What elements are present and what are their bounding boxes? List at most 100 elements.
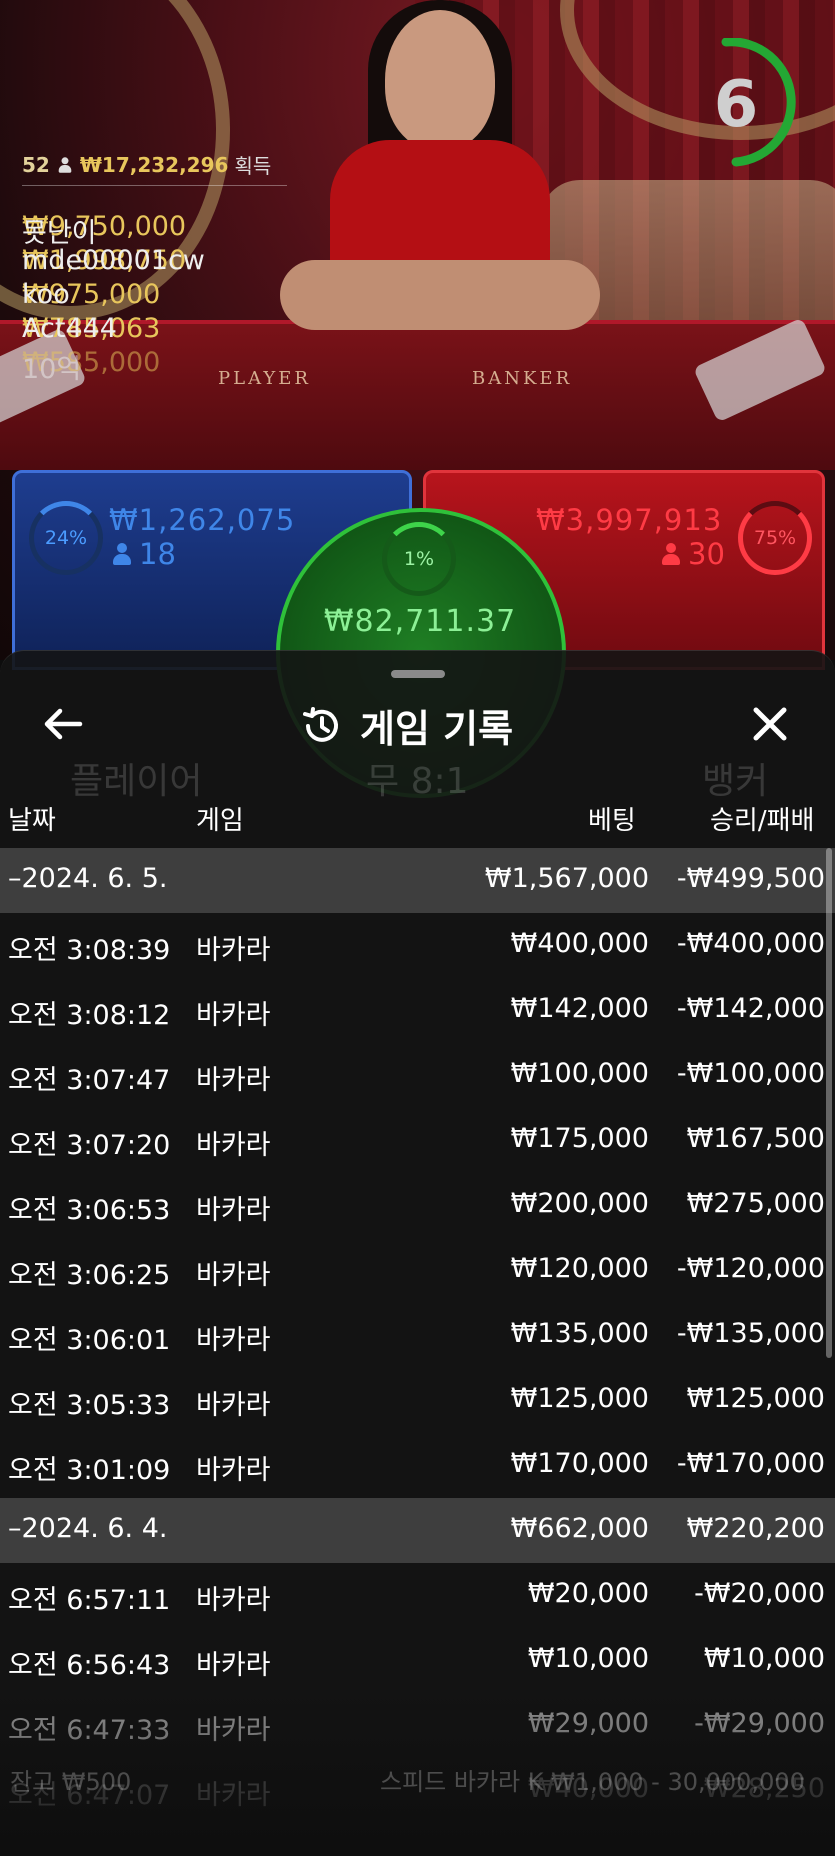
banker-bet-total: ₩3,997,913 — [536, 503, 723, 537]
row-bet: ₩170,000 — [510, 1448, 649, 1479]
row-result: -₩170,000 — [676, 1448, 825, 1479]
ghost-balance: 잔고 ₩500 — [10, 1768, 132, 1796]
history-icon — [303, 706, 338, 742]
leaderboard-row: ₩1,998,750 mde00001cw — [22, 230, 287, 276]
history-row[interactable]: 오전 3:06:53 바카라 ₩200,000 ₩275,000 — [0, 1173, 835, 1238]
row-bet: ₩400,000 — [510, 928, 649, 959]
total-won: ₩17,232,296 — [79, 152, 229, 177]
row-game: 바카라 — [196, 935, 271, 966]
history-row[interactable]: 오전 3:06:25 바카라 ₩120,000 -₩120,000 — [0, 1238, 835, 1303]
history-row[interactable]: 오전 3:08:12 바카라 ₩142,000 -₩142,000 — [0, 978, 835, 1043]
row-result: -₩142,000 — [676, 993, 825, 1024]
row-bet: ₩100,000 — [510, 1058, 649, 1089]
history-list[interactable]: –2024. 6. 5. ₩1,567,000 -₩499,500 오전 3:0… — [0, 848, 835, 1823]
row-result: -₩29,000 — [694, 1708, 825, 1739]
history-scrollbar[interactable] — [826, 848, 832, 1358]
history-row[interactable]: 오전 3:07:47 바카라 ₩100,000 -₩100,000 — [0, 1043, 835, 1108]
row-result: -₩499,500 — [676, 863, 825, 894]
row-game: 바카라 — [196, 1130, 271, 1161]
row-game: 바카라 — [196, 1000, 271, 1031]
row-date: –2024. 6. 5. — [8, 863, 168, 894]
winner-count: 52 — [22, 152, 50, 177]
player-percent-ring: 24% — [29, 501, 103, 575]
row-bet: ₩200,000 — [510, 1188, 649, 1219]
history-header: 게임 기록 — [0, 688, 835, 758]
leaderboard-row: ₩785,063 Act444 — [22, 298, 287, 344]
row-game: 바카라 — [196, 1195, 271, 1226]
total-won-suffix: 획득 — [234, 154, 272, 178]
tie-bet-total: ₩82,711.37 — [323, 604, 517, 639]
history-title-group: 게임 기록 — [300, 698, 513, 753]
row-game: 바카라 — [196, 1650, 271, 1681]
history-row[interactable]: 오전 6:56:43 바카라 ₩10,000 ₩10,000 — [0, 1628, 835, 1693]
row-time: 오전 3:01:09 — [8, 1455, 171, 1486]
row-result: ₩125,000 — [686, 1383, 825, 1414]
row-time: 오전 6:47:33 — [8, 1715, 171, 1746]
history-title: 게임 기록 — [360, 707, 514, 751]
dealer-arms — [280, 260, 600, 330]
row-time: 오전 3:07:47 — [8, 1065, 171, 1096]
row-time: 오전 6:57:11 — [8, 1585, 171, 1616]
countdown-number: 6 — [713, 68, 759, 142]
history-row[interactable]: 오전 6:47:33 바카라 ₩29,000 -₩29,000 — [0, 1693, 835, 1758]
person-icon — [662, 543, 680, 565]
row-bet: ₩20,000 — [527, 1578, 649, 1609]
arrow-left-icon — [44, 708, 83, 740]
row-bet: ₩662,000 — [510, 1513, 649, 1544]
row-game: 바카라 — [196, 1065, 271, 1096]
leaderboard-row: ₩585,000 10억 — [22, 332, 287, 385]
history-row[interactable]: 오전 6:57:11 바카라 ₩20,000 -₩20,000 — [0, 1563, 835, 1628]
bet-countdown-timer: 6 — [686, 37, 806, 168]
row-bet: ₩10,000 — [527, 1643, 649, 1674]
column-header-result[interactable]: 승리/패배 — [710, 800, 814, 837]
banker-bettor-count: 30 — [662, 537, 725, 571]
row-game: 바카라 — [196, 1390, 271, 1421]
row-result: ₩220,200 — [686, 1513, 825, 1544]
leaderboard-row: ₩9,750,000 못난이 — [22, 196, 287, 249]
ghost-player-label: 플레이어 — [70, 761, 203, 802]
history-date-row[interactable]: –2024. 6. 5. ₩1,567,000 -₩499,500 — [0, 848, 835, 913]
sheet-drag-handle[interactable] — [391, 670, 445, 678]
history-date-row[interactable]: –2024. 6. 4. ₩662,000 ₩220,200 — [0, 1498, 835, 1563]
row-game: 바카라 — [196, 1715, 271, 1746]
row-game: 바카라 — [196, 1455, 271, 1486]
leaderboard-header: 52 ₩17,232,296 획득 — [22, 150, 287, 186]
row-game: 바카라 — [196, 1780, 271, 1811]
player-bettor-count: 18 — [113, 537, 176, 571]
history-row[interactable]: 오전 3:08:39 바카라 ₩400,000 -₩400,000 — [0, 913, 835, 978]
row-bet: ₩135,000 — [510, 1318, 649, 1349]
history-row[interactable]: 오전 3:01:09 바카라 ₩170,000 -₩170,000 — [0, 1433, 835, 1498]
row-time: 오전 3:07:20 — [8, 1130, 171, 1161]
history-row[interactable]: 오전 3:06:01 바카라 ₩135,000 -₩135,000 — [0, 1303, 835, 1368]
winner-name: 10억 — [22, 354, 82, 385]
row-result: -₩100,000 — [676, 1058, 825, 1089]
row-game: 바카라 — [196, 1260, 271, 1291]
row-time: 오전 6:56:43 — [8, 1650, 171, 1681]
player-bettor-number: 18 — [139, 537, 176, 571]
column-header-game[interactable]: 게임 — [196, 800, 244, 837]
row-game: 바카라 — [196, 1585, 271, 1616]
dealer-face — [385, 10, 495, 150]
row-time: 오전 3:05:33 — [8, 1390, 171, 1421]
row-date: –2024. 6. 4. — [8, 1513, 168, 1544]
back-button[interactable] — [40, 704, 86, 744]
row-result: ₩10,000 — [703, 1643, 825, 1674]
table-label-banker: BANKER — [472, 368, 573, 389]
player-bet-total: ₩1,262,075 — [109, 503, 296, 537]
row-bet: ₩120,000 — [510, 1253, 649, 1284]
ghost-banker-label: 뱅커 — [702, 761, 769, 802]
history-row[interactable]: 오전 3:07:20 바카라 ₩175,000 ₩167,500 — [0, 1108, 835, 1173]
row-bet: ₩175,000 — [510, 1123, 649, 1154]
ghost-tie-label: 무 8:1 — [366, 761, 469, 802]
row-result: -₩20,000 — [694, 1578, 825, 1609]
column-header-bet[interactable]: 베팅 — [588, 800, 636, 837]
leaderboard-row: ₩975,000 koo — [22, 264, 287, 310]
column-header-date[interactable]: 날짜 — [8, 800, 56, 837]
row-bet: ₩1,567,000 — [484, 863, 649, 894]
winners-leaderboard: 52 ₩17,232,296 획득 ₩9,750,000 못난이 ₩1,998,7… — [22, 150, 287, 385]
row-time: 오전 3:08:12 — [8, 1000, 171, 1031]
person-icon — [113, 543, 131, 565]
row-time: 오전 3:06:53 — [8, 1195, 171, 1226]
history-row[interactable]: 오전 3:05:33 바카라 ₩125,000 ₩125,000 — [0, 1368, 835, 1433]
close-button[interactable] — [748, 702, 792, 746]
